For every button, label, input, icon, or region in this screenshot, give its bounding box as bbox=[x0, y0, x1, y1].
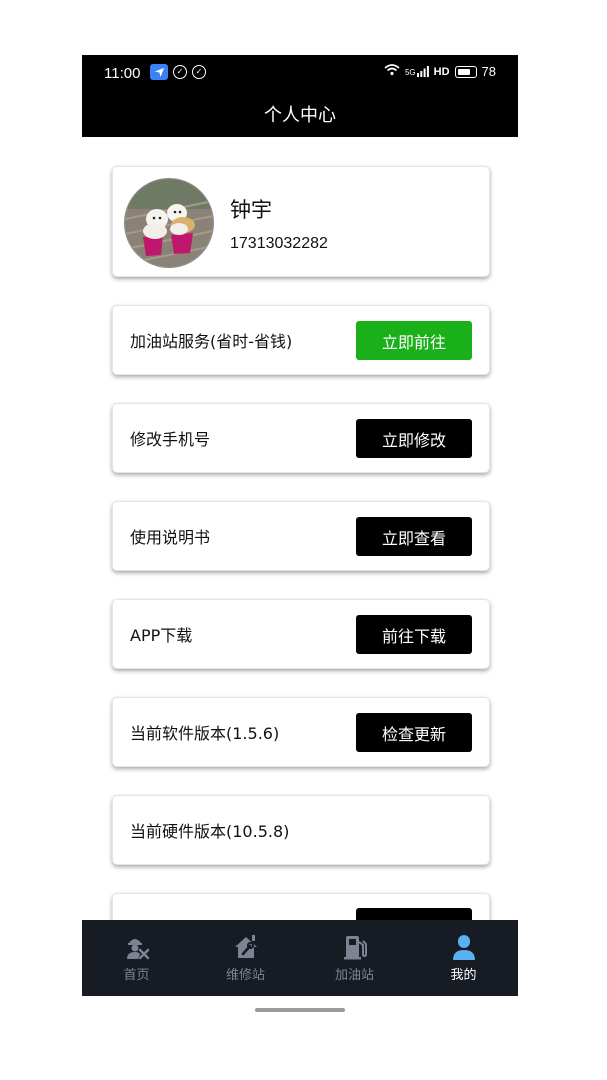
check-update-button[interactable]: 检查更新 bbox=[356, 713, 472, 752]
row-hardware-version: 当前硬件版本(10.5.8) bbox=[112, 795, 490, 865]
row-label: 加油站服务(省时-省钱) bbox=[130, 332, 293, 351]
avatar[interactable] bbox=[124, 178, 214, 268]
fuel-pump-icon bbox=[341, 933, 369, 961]
tab-gas-station[interactable]: 加油站 bbox=[300, 920, 409, 996]
modify-now-button[interactable]: 立即修改 bbox=[356, 419, 472, 458]
download-button[interactable]: 前往下载 bbox=[356, 615, 472, 654]
repair-house-icon bbox=[232, 933, 260, 961]
tab-mine[interactable]: 我的 bbox=[409, 920, 518, 996]
row-label: 当前软件版本(1.5.6) bbox=[130, 724, 280, 743]
tab-label: 首页 bbox=[123, 968, 150, 983]
battery-level: 78 bbox=[481, 64, 496, 79]
tab-repair-station[interactable]: 维修站 bbox=[191, 920, 300, 996]
tab-label: 我的 bbox=[450, 968, 477, 983]
row-software-version: 当前软件版本(1.5.6) 检查更新 bbox=[112, 697, 490, 767]
row-label: 使用说明书 bbox=[130, 528, 211, 547]
profile-card[interactable]: 钟宇 17313032282 bbox=[112, 166, 490, 277]
row-change-phone: 修改手机号 立即修改 bbox=[112, 403, 490, 473]
home-indicator[interactable] bbox=[255, 1008, 345, 1012]
signal-icon: 5G bbox=[405, 66, 429, 77]
battery-icon bbox=[454, 65, 477, 78]
hd-indicator: HD bbox=[433, 65, 450, 78]
row-label: APP下载 bbox=[130, 626, 193, 645]
row-fuel-service: 加油站服务(省时-省钱) 立即前往 bbox=[112, 305, 490, 375]
page-title-bar: 个人中心 bbox=[82, 91, 518, 137]
row-label: 当前硬件版本(10.5.8) bbox=[130, 822, 290, 841]
view-now-button[interactable]: 立即查看 bbox=[356, 517, 472, 556]
row-app-download: APP下载 前往下载 bbox=[112, 599, 490, 669]
status-time: 11:00 bbox=[104, 65, 141, 82]
row-manual: 使用说明书 立即查看 bbox=[112, 501, 490, 571]
app-screen: 11:00 ✓ ✓ 5G HD 78 个人中心 钟宇 17313032282 加… bbox=[82, 55, 518, 996]
bottom-tab-bar: 首页 维修站 加油站 我的 bbox=[82, 920, 518, 996]
tab-label: 加油站 bbox=[334, 968, 374, 983]
worker-tools-icon bbox=[123, 933, 151, 961]
user-name: 钟宇 bbox=[230, 198, 272, 222]
check-circle-icon: ✓ bbox=[173, 65, 187, 79]
go-now-button[interactable]: 立即前往 bbox=[356, 321, 472, 360]
user-phone: 17313032282 bbox=[230, 235, 328, 252]
row-label: 修改手机号 bbox=[130, 430, 211, 449]
check-circle-icon: ✓ bbox=[192, 65, 206, 79]
user-icon bbox=[450, 933, 478, 961]
location-arrow-icon bbox=[150, 64, 168, 80]
tab-label: 维修站 bbox=[225, 968, 265, 983]
page-title: 个人中心 bbox=[264, 105, 336, 126]
wifi-icon bbox=[384, 64, 400, 79]
status-bar: 11:00 ✓ ✓ 5G HD 78 bbox=[82, 55, 518, 91]
network-type: 5G bbox=[404, 68, 416, 77]
tab-home[interactable]: 首页 bbox=[82, 920, 191, 996]
